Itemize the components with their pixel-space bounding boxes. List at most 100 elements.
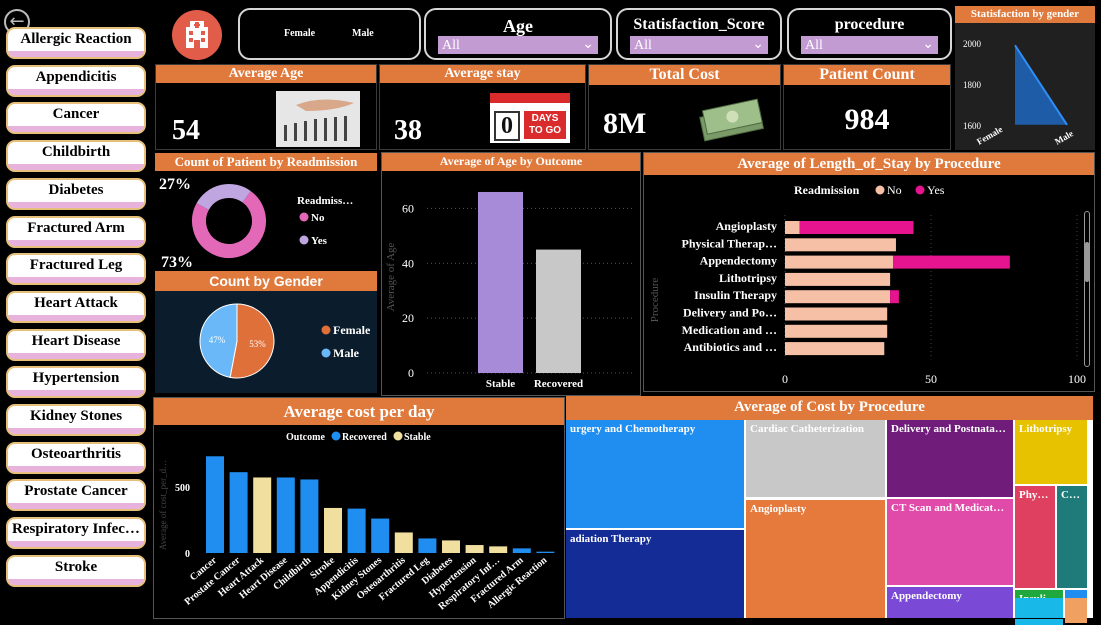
data-label: 73% [161, 254, 193, 271]
treemap-tile[interactable] [1065, 598, 1087, 618]
legend-label: Yes [927, 183, 945, 197]
sidebar-item-label: Childbirth [41, 144, 111, 161]
bar [442, 540, 460, 553]
x-tick-label: Recovered [534, 378, 583, 390]
procedure-dropdown-value: All [805, 38, 823, 53]
sidebar-item[interactable]: Respiratory Infec… [6, 517, 146, 550]
y-tick-label: Physical Therap… [682, 236, 777, 250]
x-tick-label: 50 [925, 372, 937, 386]
y-tick-label: 60 [402, 201, 414, 215]
evolution-image [276, 91, 360, 147]
kpi-title: Total Cost [589, 65, 780, 85]
sidebar-item[interactable]: Stroke [6, 554, 146, 587]
procedure-dropdown[interactable]: All ⌄ [801, 36, 938, 54]
sidebar-item-label: Allergic Reaction [20, 31, 132, 47]
sidebar-item-label: Heart Disease [31, 332, 121, 349]
bar [276, 477, 295, 553]
treemap-tile[interactable]: CT Scan and Medicat… [887, 499, 1013, 585]
satisfaction-by-gender-chart: Statisfaction by gender 2000 1800 1600 Fema… [955, 6, 1095, 150]
chevron-down-icon: ⌄ [752, 36, 764, 52]
data-label: 53% [249, 339, 266, 349]
bar [206, 456, 224, 553]
y-tick-label: 0 [408, 366, 414, 380]
sidebar-item[interactable]: Diabetes [6, 177, 146, 210]
treemap-tile[interactable]: urgery and Chemotherapy [566, 420, 744, 528]
treemap-tile[interactable]: Angioplasty [746, 500, 885, 618]
treemap-label: Lithotripsy [1019, 423, 1073, 435]
treemap-tile[interactable]: adiation Therapy [566, 530, 744, 618]
sidebar-item-label: Stroke [54, 558, 98, 575]
bar-segment [785, 342, 885, 356]
sidebar-item[interactable]: Cancer [6, 102, 146, 135]
bar-segment [785, 272, 891, 286]
sidebar-item[interactable]: Fractured Leg [6, 253, 146, 286]
gender-slicer: Female Male [238, 8, 421, 60]
treemap-label: Delivery and Postnata… [891, 423, 1006, 435]
satisfaction-dropdown[interactable]: All ⌄ [630, 36, 768, 54]
legend-marker [393, 431, 403, 441]
treemap-tile[interactable]: C… [1057, 486, 1087, 588]
gender-male-option[interactable]: Male [352, 28, 374, 39]
scrollbar[interactable] [1084, 211, 1090, 367]
sidebar-item[interactable]: Appendicitis [6, 64, 146, 97]
sidebar-item[interactable]: Hypertension [6, 366, 146, 399]
sidebar-item-label: Kidney Stones [29, 408, 123, 424]
kpi-average-stay: Average stay 38 0 DAYS TO GO [379, 64, 586, 150]
calendar-text-line1: DAYS [531, 113, 559, 124]
sidebar-item[interactable]: Prostate Cancer [6, 479, 146, 512]
legend-label: No [887, 183, 902, 197]
legend-marker [915, 185, 925, 195]
stay-by-procedure-chart: Average of Length_of_Stay by Procedure R… [643, 152, 1095, 392]
chart-title: Average of Cost by Procedure [566, 396, 1093, 420]
treemap-label: Appendectomy [891, 590, 962, 602]
sidebar-item[interactable]: Heart Attack [6, 290, 146, 323]
sidebar-item[interactable]: Fractured Arm [6, 215, 146, 248]
legend-marker [299, 235, 309, 245]
chart-title: Count by Gender [155, 271, 377, 291]
sidebar-item[interactable]: Osteoarthritis [6, 441, 146, 474]
treemap-tile[interactable] [1015, 619, 1063, 625]
y-tick-label: 2000 [963, 39, 982, 49]
satisfaction-dropdown-value: All [634, 38, 652, 53]
y-tick-label: Antibiotics and … [684, 340, 777, 354]
treemap-tile[interactable]: Cardiac Catheterization [746, 420, 885, 497]
treemap-area: urgery and Chemotherapy Cardiac Catheteri… [566, 420, 1093, 625]
y-tick-label: 1600 [963, 121, 982, 131]
treemap-tile[interactable]: Phy… [1015, 486, 1055, 588]
sidebar-item[interactable]: Heart Disease [6, 328, 146, 361]
y-tick-label: 0 [185, 549, 190, 560]
chevron-down-icon: ⌄ [922, 36, 934, 52]
treemap-tile[interactable]: Appendectomy [887, 587, 1013, 618]
calendar-icon: 0 DAYS TO GO [490, 93, 570, 143]
age-dropdown[interactable]: All ⌄ [438, 36, 598, 54]
age-dropdown-value: All [442, 38, 460, 53]
donut-slice-yes [196, 184, 251, 211]
treemap-tile[interactable] [1015, 598, 1063, 618]
legend-label: Male [333, 346, 360, 360]
kpi-value: 38 [394, 115, 422, 146]
sidebar-item[interactable]: Childbirth [6, 140, 146, 173]
x-tick-label: Stable [486, 378, 515, 390]
treemap-tile[interactable]: Delivery and Postnata… [887, 420, 1013, 497]
legend-marker [321, 348, 331, 358]
gender-female-option[interactable]: Female [284, 28, 315, 39]
bar [253, 477, 272, 553]
legend-label: Female [333, 323, 371, 337]
readmission-donut-chart: Count of Patient by Readmission 73% 27% Re… [155, 153, 377, 271]
y-tick-label: Medication and … [682, 323, 777, 337]
bar-segment [785, 290, 891, 304]
kpi-title: Patient Count [784, 65, 950, 85]
data-label: 27% [159, 176, 191, 193]
treemap-tile[interactable]: Lithotripsy [1015, 420, 1087, 484]
sidebar-item-label: Fractured Leg [29, 257, 123, 274]
treemap-label: adiation Therapy [570, 533, 652, 545]
x-tick-label: Male [1053, 128, 1075, 146]
calendar-day: 0 [494, 111, 520, 141]
money-icon [697, 97, 765, 143]
hospital-icon [172, 10, 222, 60]
sidebar-item[interactable]: Allergic Reaction [6, 27, 146, 59]
bar [512, 548, 531, 553]
calendar-text: DAYS TO GO [524, 111, 566, 139]
kpi-value: 54 [172, 115, 200, 146]
sidebar-item[interactable]: Kidney Stones [6, 404, 146, 436]
